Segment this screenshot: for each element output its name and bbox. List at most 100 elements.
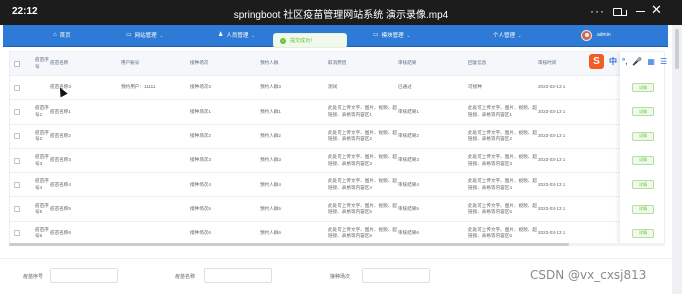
- cell-account: [121, 100, 189, 123]
- review-button[interactable]: 详情: [632, 155, 654, 165]
- cell-account: 预约用户：11111: [121, 84, 156, 90]
- cell-account: [121, 198, 189, 221]
- cell-session: 接种场次3: [190, 84, 211, 90]
- row-select-cell: [14, 198, 24, 221]
- cell-account: [121, 222, 189, 245]
- window-title: springboot 社区疫苗管理网站系统 演示录像.mp4: [233, 10, 449, 21]
- review-button[interactable]: 详情: [632, 107, 654, 117]
- column-header: 取消原因: [328, 60, 347, 66]
- cell-session: 接种场次6: [190, 230, 211, 236]
- cell-reason: 此处可上传文字、图片、视频、超链接、表格等内容区2: [328, 129, 397, 142]
- table-row: 疫苗名称3 预约用户：11111 接种场次3 预约人群3 测试 已通过 可接种 2023-03…: [10, 76, 664, 101]
- nav-item-site-management[interactable]: ▭ 网站管理 ⌄: [126, 31, 163, 39]
- close-icon[interactable]: ✕: [651, 2, 662, 18]
- row-checkbox[interactable]: [14, 230, 20, 237]
- cell-reply: 此处可上传文字、图片、视频、超链接、表格等内容区2: [468, 129, 537, 142]
- minimize-icon[interactable]: [636, 11, 645, 13]
- chevron-down-icon: ⌄: [159, 32, 164, 38]
- keyboard-icon[interactable]: ▦: [647, 57, 655, 66]
- cell-reason: 此处可上传文字、图片、视频、超链接、表格等内容区3: [328, 154, 397, 166]
- cell-seq: 疫苗序号6: [35, 226, 49, 239]
- microphone-icon[interactable]: 🎤: [632, 57, 642, 66]
- nav-item-module-management[interactable]: ▭ 模块管理 ⌄: [373, 31, 410, 39]
- nav-item-label: 网站管理: [134, 33, 157, 39]
- row-checkbox[interactable]: [14, 157, 20, 164]
- chevron-down-icon: ⌄: [518, 32, 522, 38]
- punctuation-icon[interactable]: °,: [622, 57, 627, 66]
- nav-item-home[interactable]: ⌂ 首页: [53, 31, 71, 39]
- row-checkbox[interactable]: [14, 133, 20, 140]
- menu-icon[interactable]: ☰: [660, 57, 667, 66]
- module-icon: ▭: [373, 32, 379, 38]
- more-icon[interactable]: ···: [590, 3, 605, 19]
- row-checkbox[interactable]: [14, 108, 20, 115]
- cell-name: 疫苗名称6: [50, 230, 71, 236]
- chinese-mode-icon[interactable]: 中: [609, 56, 617, 67]
- cell-name: 疫苗名称3: [50, 157, 71, 163]
- user-name[interactable]: admin: [597, 32, 611, 38]
- cell-reply: 可接种: [468, 84, 482, 90]
- cell-session: 接种场次4: [190, 181, 211, 187]
- row-select-cell: [14, 149, 24, 172]
- column-header: 回复信息: [468, 60, 487, 66]
- cell-reply: 此处可上传文字、图片、视频、超链接、表格等内容区3: [468, 154, 537, 166]
- cell-result: 审核结果2: [398, 132, 419, 138]
- cell-result: 审核结果4: [398, 181, 419, 187]
- cell-time: 2023-03-13 1: [538, 181, 566, 187]
- cell-crowd: 预约人群3: [260, 84, 281, 90]
- cell-time: 2023-03-13 1: [538, 132, 566, 138]
- watermark: CSDN @vx_cxsj813: [530, 268, 647, 282]
- review-button[interactable]: 详情: [632, 131, 654, 141]
- appointment-table: 疫苗序号 疫苗名称 用户账号 接种场次 预约人群 取消原因 审核结果 回复信息 审核时间 疫苗名称…: [9, 51, 665, 246]
- cell-reply: 此处可上传文字、图片、视频、超链接、表格等内容区5: [468, 202, 537, 215]
- cell-result: 审核结果5: [398, 205, 419, 211]
- cell-seq: 疫苗序号1: [35, 105, 49, 117]
- review-button[interactable]: 详情: [632, 228, 654, 238]
- review-button[interactable]: 详情: [632, 83, 654, 92]
- sogou-ime-logo-icon[interactable]: S: [589, 53, 604, 69]
- row-checkbox[interactable]: [14, 206, 20, 213]
- filter-session-input[interactable]: [362, 268, 430, 283]
- picture-in-picture-arrow-icon: [621, 10, 627, 16]
- fixed-action-column: 详情 详情 详情 详情 详情 详情 详情: [620, 52, 664, 245]
- avatar[interactable]: [581, 30, 592, 41]
- filter-label-name: 疫苗名称: [175, 274, 196, 280]
- cell-reason: 此处可上传文字、图片、视频、超链接、表格等内容区4: [328, 178, 397, 190]
- horizontal-scrollbar[interactable]: [9, 243, 665, 246]
- select-all-checkbox[interactable]: [14, 60, 20, 67]
- row-checkbox[interactable]: [14, 84, 20, 91]
- cell-reason: 此处可上传文字、图片、视频、超链接、表格等内容区6: [328, 226, 397, 239]
- cell-time: 2023-03-13 1: [538, 84, 566, 90]
- table-header-row: 疫苗序号 疫苗名称 用户账号 接种场次 预约人群 取消原因 审核结果 回复信息 审核时间: [10, 52, 664, 76]
- cell-seq: 疫苗序号2: [35, 129, 49, 142]
- cell-name: 疫苗名称4: [50, 181, 71, 187]
- row-select-cell: [14, 173, 24, 196]
- cell-seq: 疫苗序号5: [35, 202, 49, 215]
- cell-result: 审核结果1: [398, 108, 419, 114]
- review-button[interactable]: 详情: [632, 204, 654, 214]
- scrollbar-thumb[interactable]: [9, 243, 569, 246]
- table-row: 疫苗序号5 疫苗名称5 接种场次5 预约人群5 此处可上传文字、图片、视频、超链接、表格…: [10, 198, 664, 222]
- nav-item-personal-management[interactable]: 个人管理 ⌄: [493, 31, 522, 40]
- filter-seq-input[interactable]: [50, 268, 118, 283]
- select-all-cell: [14, 52, 24, 75]
- cell-crowd: 预约人群3: [260, 157, 281, 163]
- cell-crowd: 预约人群6: [260, 230, 281, 236]
- review-button[interactable]: 详情: [632, 180, 654, 190]
- cell-reason: 测试: [328, 84, 338, 90]
- cell-crowd: 预约人群1: [260, 108, 281, 114]
- cell-account: [121, 149, 189, 172]
- column-header: 用户账号: [121, 60, 140, 66]
- cell-account: [121, 173, 189, 196]
- cell-reply: 此处可上传文字、图片、视频、超链接、表格等内容区6: [468, 226, 537, 239]
- filter-name-input[interactable]: [204, 268, 272, 283]
- cell-session: 接种场次2: [190, 132, 211, 138]
- cell-result: 审核结果6: [398, 230, 419, 236]
- nav-item-people-management[interactable]: ♟ 人员管理 ⌄: [218, 31, 255, 39]
- cell-account: [121, 125, 189, 148]
- row-select-cell: [14, 125, 24, 148]
- row-checkbox[interactable]: [14, 181, 20, 188]
- column-header: 预约人群: [260, 60, 279, 66]
- cell-session: 接种场次1: [190, 108, 211, 114]
- cell-time: 2023-03-13 1: [538, 157, 566, 163]
